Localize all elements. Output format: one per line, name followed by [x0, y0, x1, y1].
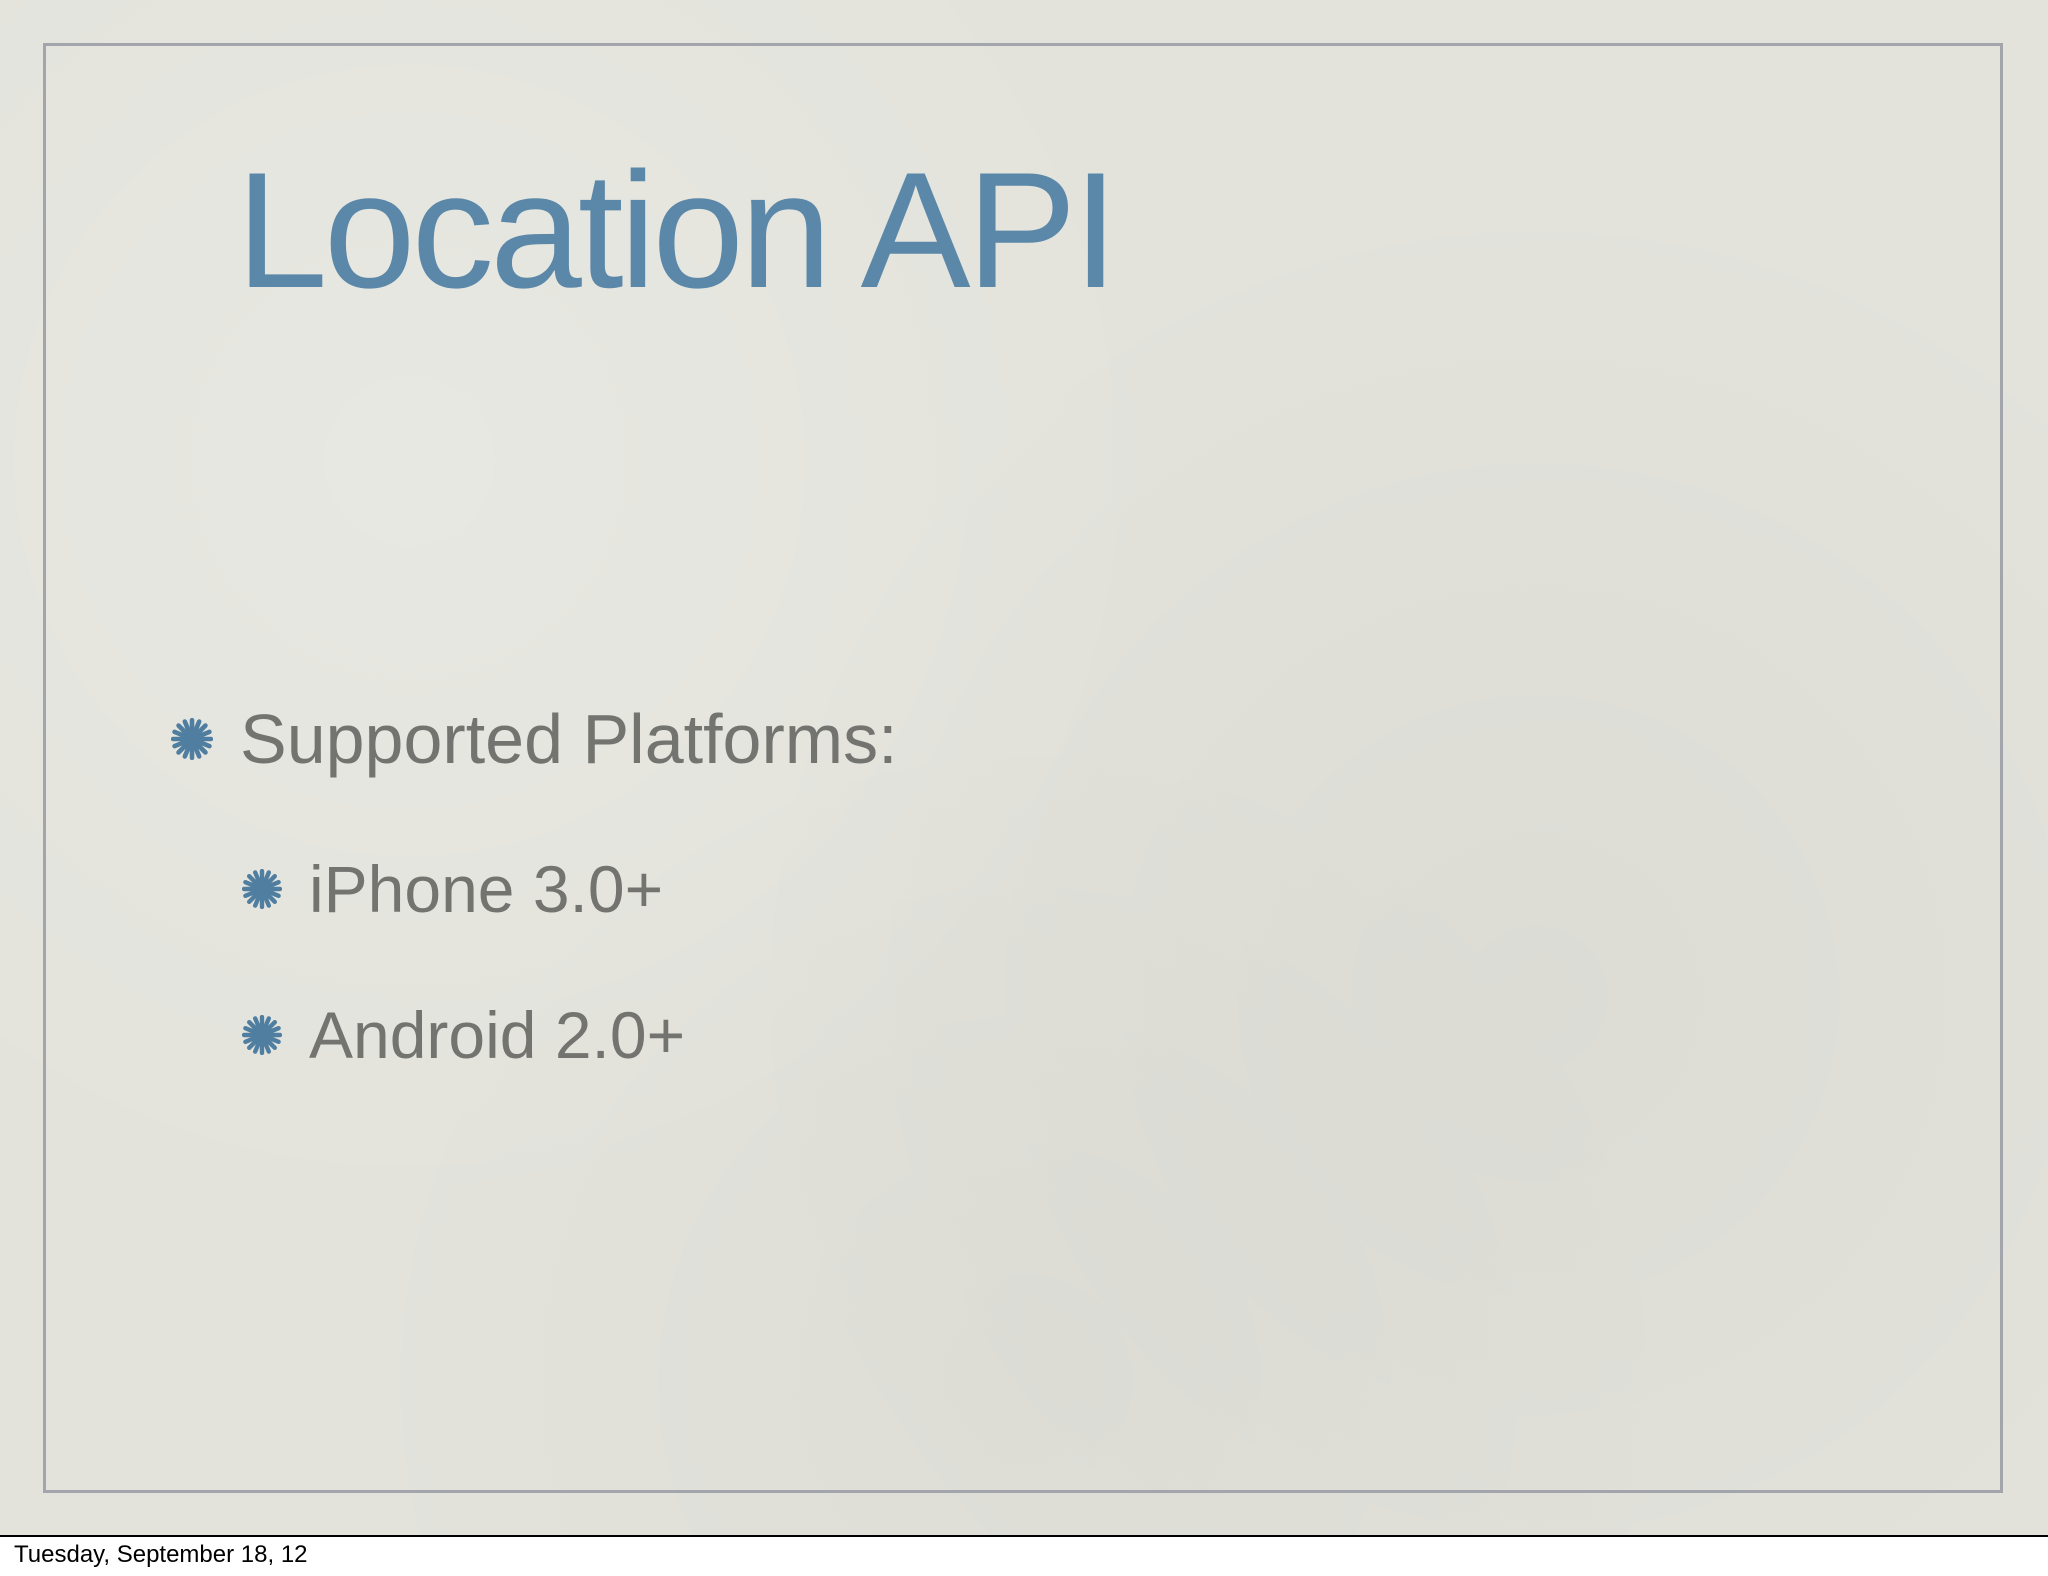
bullet-text: iPhone 3.0+	[309, 852, 664, 926]
asterisk-bullet-icon	[242, 869, 282, 909]
bullet-item: Supported Platforms:	[171, 700, 898, 778]
sub-bullet-item: iPhone 3.0+	[242, 852, 663, 926]
print-footer: Tuesday, September 18, 12	[0, 1535, 2048, 1576]
slide: Location API Supported Platforms: iPhone…	[0, 0, 2048, 1535]
sub-bullet-item: Android 2.0+	[242, 998, 685, 1072]
footer-date: Tuesday, September 18, 12	[14, 1541, 308, 1568]
slide-title: Location API	[236, 138, 1119, 322]
bullet-text: Supported Platforms:	[240, 700, 898, 778]
bullet-text: Android 2.0+	[309, 998, 686, 1072]
asterisk-bullet-icon	[242, 1015, 282, 1055]
asterisk-bullet-icon	[171, 718, 213, 760]
